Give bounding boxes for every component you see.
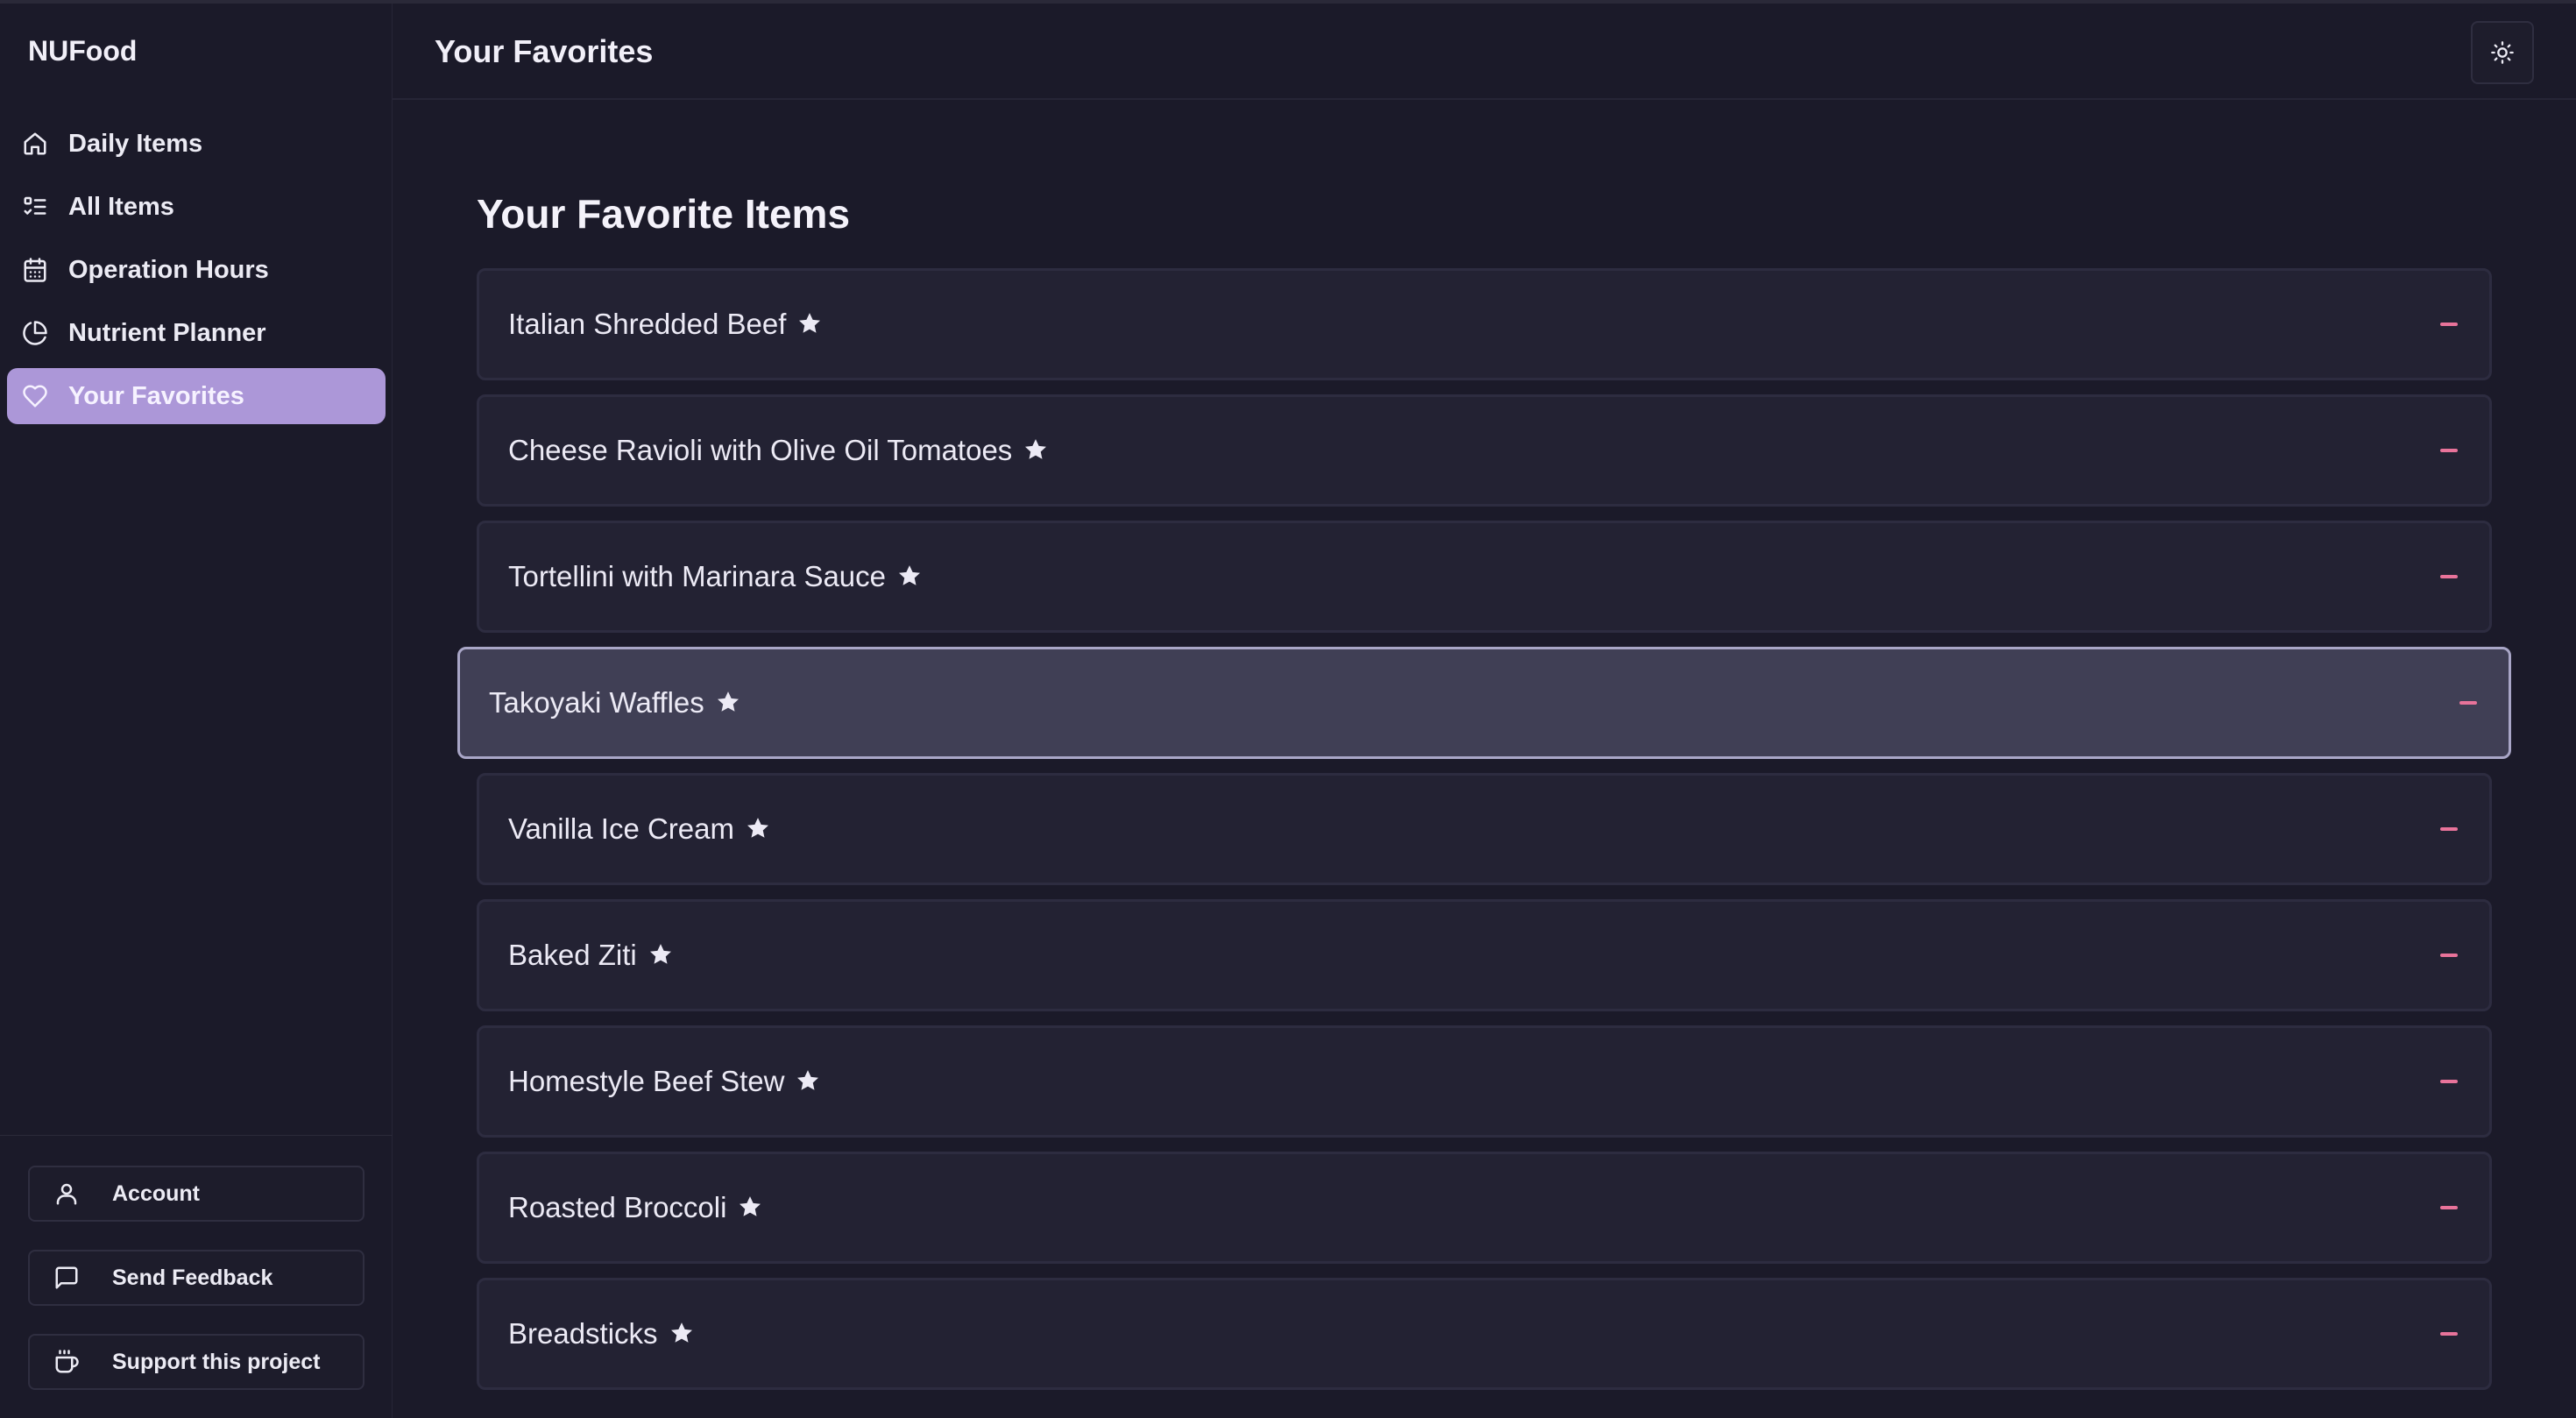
- remove-favorite-button[interactable]: [2458, 692, 2479, 713]
- favorite-item-name: Homestyle Beef Stew: [508, 1065, 823, 1098]
- star-icon: [715, 689, 743, 717]
- minus-icon: [2440, 575, 2458, 578]
- favorite-item-name: Breadsticks: [508, 1317, 697, 1351]
- send-feedback-button[interactable]: Send Feedback: [28, 1250, 364, 1306]
- sidebar-item-your-favorites[interactable]: Your Favorites: [7, 368, 386, 424]
- sidebar: NUFood Daily Items All Items Operation H…: [0, 4, 393, 1418]
- support-project-button-label: Support this project: [112, 1349, 321, 1374]
- sidebar-item-nutrient-planner[interactable]: Nutrient Planner: [7, 305, 386, 361]
- sidebar-item-label: All Items: [68, 192, 174, 221]
- favorite-item-label: Italian Shredded Beef: [508, 308, 787, 340]
- account-button[interactable]: Account: [28, 1166, 364, 1222]
- favorite-item[interactable]: Breadsticks: [477, 1278, 2492, 1390]
- pie-chart-icon: [21, 319, 49, 347]
- coffee-cup-icon: [53, 1348, 81, 1376]
- star-icon: [796, 310, 824, 338]
- favorite-item[interactable]: Takoyaki Waffles: [457, 647, 2511, 759]
- remove-favorite-button[interactable]: [2438, 1197, 2459, 1218]
- remove-favorite-button[interactable]: [2438, 440, 2459, 461]
- star-icon: [745, 815, 773, 843]
- minus-icon: [2459, 701, 2477, 705]
- favorite-item-label: Cheese Ravioli with Olive Oil Tomatoes: [508, 434, 1013, 466]
- favorites-list: Italian Shredded Beef Cheese Ravioli with…: [457, 268, 2511, 1390]
- star-icon: [1023, 436, 1051, 464]
- minus-icon: [2440, 827, 2458, 831]
- main-content: Your Favorite Items Italian Shredded Bee…: [457, 184, 2511, 1404]
- calendar-icon: [21, 256, 49, 284]
- home-icon: [21, 130, 49, 158]
- favorite-item-name: Baked Ziti: [508, 939, 676, 972]
- favorite-item-name: Cheese Ravioli with Olive Oil Tomatoes: [508, 434, 1051, 467]
- support-project-button[interactable]: Support this project: [28, 1334, 364, 1390]
- account-button-label: Account: [112, 1180, 200, 1206]
- favorite-item-label: Breadsticks: [508, 1317, 658, 1350]
- favorite-item-label: Vanilla Ice Cream: [508, 812, 734, 845]
- sidebar-divider: [0, 1135, 393, 1136]
- remove-favorite-button[interactable]: [2438, 1071, 2459, 1092]
- favorite-item-name: Italian Shredded Beef: [508, 308, 824, 341]
- favorite-item[interactable]: Italian Shredded Beef: [477, 268, 2492, 380]
- minus-icon: [2440, 1080, 2458, 1083]
- user-icon: [53, 1180, 81, 1208]
- sidebar-item-label: Operation Hours: [68, 255, 269, 284]
- sidebar-item-label: Your Favorites: [68, 381, 244, 410]
- section-title: Your Favorite Items: [477, 191, 851, 237]
- sidebar-item-label: Daily Items: [68, 129, 203, 158]
- remove-favorite-button[interactable]: [2438, 1323, 2459, 1344]
- minus-icon: [2440, 449, 2458, 452]
- send-feedback-button-label: Send Feedback: [112, 1265, 273, 1290]
- top-header: Your Favorites: [393, 4, 2576, 100]
- favorite-item-label: Takoyaki Waffles: [489, 686, 704, 719]
- theme-toggle-button[interactable]: [2471, 21, 2534, 84]
- favorite-item-name: Takoyaki Waffles: [489, 686, 743, 720]
- minus-icon: [2440, 1332, 2458, 1336]
- favorite-item-name: Roasted Broccoli: [508, 1191, 765, 1224]
- favorite-item-label: Roasted Broccoli: [508, 1191, 727, 1223]
- favorite-item[interactable]: Tortellini with Marinara Sauce: [477, 521, 2492, 633]
- sidebar-item-label: Nutrient Planner: [68, 318, 266, 347]
- star-icon: [795, 1067, 823, 1095]
- favorite-item-label: Baked Ziti: [508, 939, 637, 971]
- favorite-item-label: Tortellini with Marinara Sauce: [508, 560, 887, 592]
- favorite-item[interactable]: Roasted Broccoli: [477, 1152, 2492, 1264]
- list-check-icon: [21, 193, 49, 221]
- favorite-item-label: Homestyle Beef Stew: [508, 1065, 785, 1097]
- favorite-item-name: Vanilla Ice Cream: [508, 812, 773, 846]
- page-title: Your Favorites: [435, 33, 654, 69]
- sidebar-item-daily-items[interactable]: Daily Items: [7, 116, 386, 172]
- minus-icon: [2440, 323, 2458, 326]
- favorite-item[interactable]: Homestyle Beef Stew: [477, 1025, 2492, 1138]
- message-square-icon: [53, 1264, 81, 1292]
- sidebar-nav: Daily Items All Items Operation Hours Nu…: [7, 116, 386, 431]
- star-icon: [737, 1194, 765, 1222]
- star-icon: [896, 563, 924, 591]
- minus-icon: [2440, 954, 2458, 957]
- star-icon: [669, 1320, 697, 1348]
- brand-logo-text[interactable]: NUFood: [28, 35, 137, 67]
- star-icon: [648, 941, 676, 969]
- sidebar-item-operation-hours[interactable]: Operation Hours: [7, 242, 386, 298]
- minus-icon: [2440, 1206, 2458, 1209]
- favorite-item[interactable]: Vanilla Ice Cream: [477, 773, 2492, 885]
- sun-icon: [2490, 40, 2515, 65]
- heart-icon: [21, 382, 49, 410]
- remove-favorite-button[interactable]: [2438, 945, 2459, 966]
- remove-favorite-button[interactable]: [2438, 314, 2459, 335]
- favorite-item-name: Tortellini with Marinara Sauce: [508, 560, 924, 593]
- remove-favorite-button[interactable]: [2438, 819, 2459, 840]
- favorite-item[interactable]: Baked Ziti: [477, 899, 2492, 1011]
- remove-favorite-button[interactable]: [2438, 566, 2459, 587]
- sidebar-item-all-items[interactable]: All Items: [7, 179, 386, 235]
- favorite-item[interactable]: Cheese Ravioli with Olive Oil Tomatoes: [477, 394, 2492, 507]
